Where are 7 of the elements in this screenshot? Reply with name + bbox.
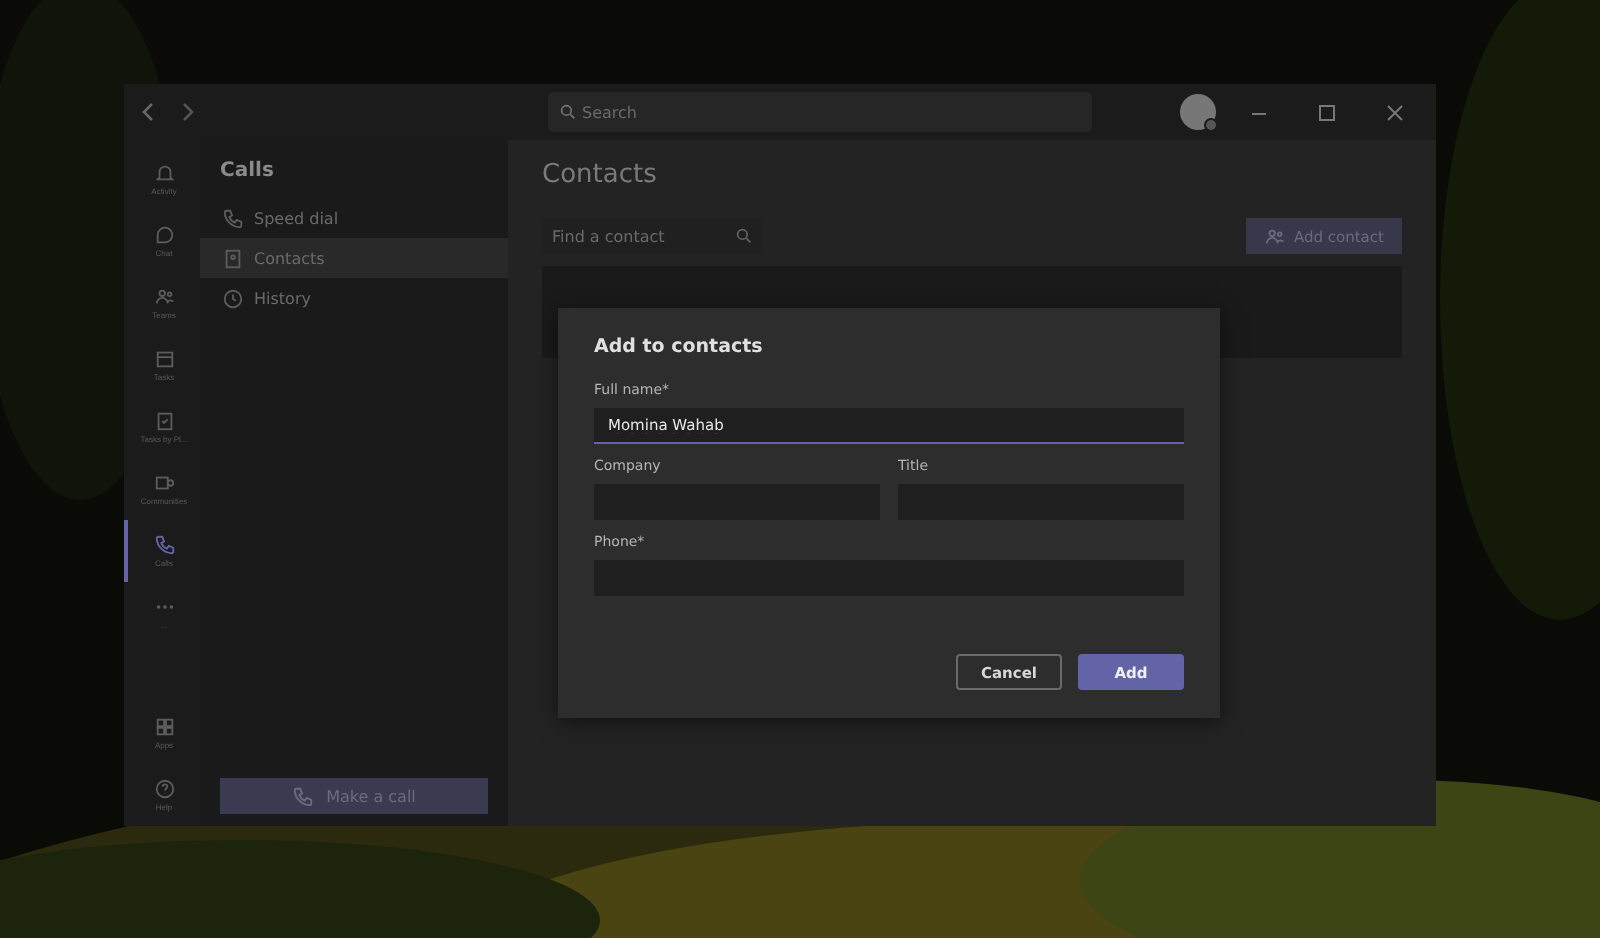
search-field[interactable]: Search <box>548 92 1092 132</box>
page-title: Contacts <box>542 160 659 190</box>
dialog-title: Add to contacts <box>594 336 765 358</box>
sidebar-item[interactable]: Contacts <box>200 238 508 278</box>
sidebar-title: Calls <box>218 160 276 182</box>
sidebar-item[interactable]: History <box>200 278 508 318</box>
sidebar-item[interactable]: Speed dial <box>200 198 508 238</box>
